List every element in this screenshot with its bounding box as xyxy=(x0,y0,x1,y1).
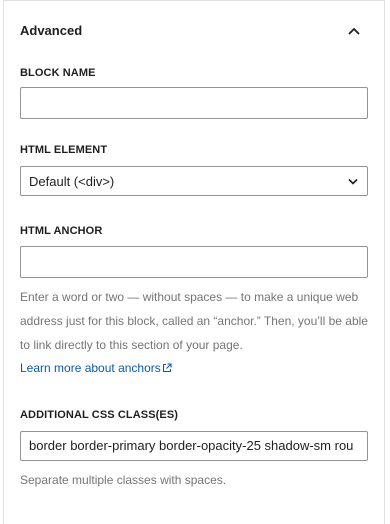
css-classes-value: border border-primary border-opacity-25 … xyxy=(29,438,354,453)
html-element-select[interactable]: Default (<div>) xyxy=(20,166,368,196)
panel-title: Advanced xyxy=(20,23,83,38)
advanced-panel-toggle[interactable]: Advanced xyxy=(4,7,384,55)
block-name-input[interactable] xyxy=(20,87,368,119)
css-classes-input[interactable]: border border-primary border-opacity-25 … xyxy=(20,431,368,461)
html-anchor-help-line: address just for this block, called an “… xyxy=(20,314,368,328)
learn-more-anchors-text: Learn more about anchors xyxy=(20,361,161,375)
html-anchor-label: HTML ANCHOR xyxy=(20,225,103,237)
css-classes-label: ADDITIONAL CSS CLASS(ES) xyxy=(20,409,179,421)
html-anchor-input[interactable] xyxy=(20,246,368,278)
html-anchor-help-line: to link directly to this section of your… xyxy=(20,338,243,352)
chevron-up-icon[interactable] xyxy=(348,27,360,35)
html-element-label: HTML ELEMENT xyxy=(20,144,108,156)
advanced-panel: Advanced BLOCK NAME HTML ELEMENT Default… xyxy=(3,0,385,524)
learn-more-anchors-link[interactable]: Learn more about anchors xyxy=(20,361,172,375)
external-link-icon xyxy=(162,363,172,373)
html-anchor-help: Enter a word or two — without spaces — t… xyxy=(20,285,370,357)
html-anchor-help-line: Enter a word or two — without spaces — t… xyxy=(20,290,359,304)
css-classes-help: Separate multiple classes with spaces. xyxy=(20,473,227,487)
chevron-down-icon xyxy=(348,178,358,185)
block-name-label: BLOCK NAME xyxy=(20,67,96,79)
html-element-selected: Default (<div>) xyxy=(29,174,115,189)
